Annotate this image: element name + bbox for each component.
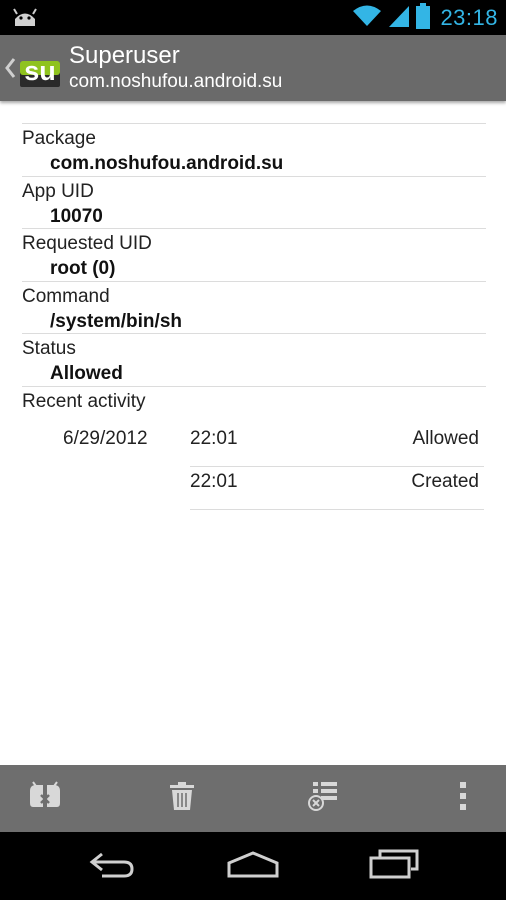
app-uid-field: App UID 10070 xyxy=(22,177,486,230)
package-value: com.noshufou.android.su xyxy=(50,153,284,174)
app-uid-value: 10070 xyxy=(50,205,103,227)
activity-row: 22:01 Allowed xyxy=(190,424,484,467)
status-bar: 23:18 xyxy=(0,0,506,35)
activity-time: 22:01 xyxy=(190,471,238,492)
home-button[interactable] xyxy=(213,842,293,890)
command-label: Command xyxy=(22,285,110,307)
requested-uid-field: Requested UID root (0) xyxy=(22,229,486,282)
recent-apps-icon xyxy=(368,849,420,884)
delete-button[interactable] xyxy=(137,765,227,832)
recent-activity-title: Recent activity xyxy=(22,390,146,412)
status-label: Status xyxy=(22,338,76,360)
back-button[interactable] xyxy=(72,842,152,890)
toggle-icon xyxy=(27,781,63,816)
android-notification-icon xyxy=(12,6,38,35)
bottom-action-bar xyxy=(0,765,506,832)
navigation-bar xyxy=(0,832,506,900)
requested-uid-value: root (0) xyxy=(50,258,116,280)
signal-icon xyxy=(388,4,410,33)
action-bar-subtitle: com.noshufou.android.su xyxy=(69,71,283,92)
home-icon xyxy=(226,850,280,883)
battery-icon xyxy=(416,2,431,34)
back-icon xyxy=(88,850,136,883)
wifi-icon xyxy=(352,4,382,33)
status-value: Allowed xyxy=(50,363,123,385)
clear-log-icon xyxy=(307,780,339,817)
status-clock: 23:18 xyxy=(440,5,498,30)
up-chevron-icon[interactable] xyxy=(4,57,16,84)
overflow-menu-button[interactable] xyxy=(418,765,506,832)
status-field: Status Allowed xyxy=(22,334,486,387)
app-details: Package com.noshufou.android.su App UID … xyxy=(22,123,486,510)
command-field: Command /system/bin/sh xyxy=(22,282,486,335)
package-field: Package com.noshufou.android.su xyxy=(22,124,486,177)
app-uid-label: App UID xyxy=(22,180,94,202)
toggle-button[interactable] xyxy=(0,765,90,832)
activity-status: Allowed xyxy=(412,428,479,449)
clear-log-button[interactable] xyxy=(278,765,368,832)
requested-uid-label: Requested UID xyxy=(22,233,152,255)
overflow-menu-icon xyxy=(458,780,468,817)
action-bar-title: Superuser xyxy=(69,42,180,69)
activity-row: 22:01 Created xyxy=(190,467,484,510)
recent-apps-button[interactable] xyxy=(354,842,434,890)
activity-time: 22:01 xyxy=(190,428,238,449)
activity-status: Created xyxy=(411,471,479,492)
package-label: Package xyxy=(22,128,96,149)
delete-icon xyxy=(169,781,195,816)
activity-date: 6/29/2012 xyxy=(63,428,148,449)
command-value: /system/bin/sh xyxy=(50,310,182,332)
su-app-icon[interactable]: su xyxy=(18,47,62,91)
svg-text:su: su xyxy=(24,56,56,86)
action-bar: su Superuser com.noshufou.android.su xyxy=(0,35,506,101)
